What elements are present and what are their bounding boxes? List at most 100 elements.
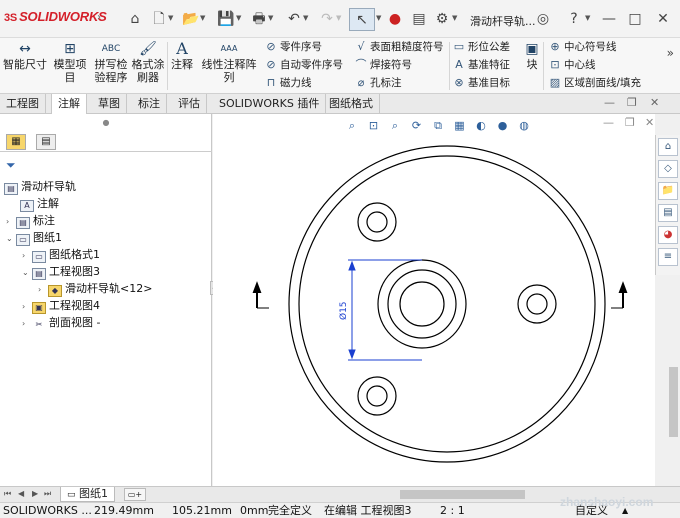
help-dropdown-icon[interactable]: ▼ <box>585 14 590 22</box>
add-sheet-icon[interactable]: ▭+ <box>124 488 146 501</box>
last-sheet-icon[interactable]: ⏭ <box>44 489 51 499</box>
weld-symbol-button[interactable]: ⌒ 焊接符号 <box>354 56 413 74</box>
new-document-icon[interactable]: 🗋 <box>148 8 170 30</box>
view-palette-icon[interactable]: ▤ <box>658 204 678 222</box>
minimize-icon[interactable]: — <box>598 8 620 30</box>
custom-properties-icon[interactable]: ≡ <box>658 248 678 266</box>
property-manager-tab-icon[interactable]: ▤ <box>36 134 56 150</box>
center-mark-button[interactable]: ⊕ 中心符号线 <box>548 38 616 56</box>
doc-minimize-icon[interactable]: — <box>604 96 615 109</box>
print-dropdown-icon[interactable]: ▼ <box>268 14 273 22</box>
tree-item-section-view[interactable]: › ✂ 剖面视图 - <box>22 314 100 331</box>
auto-balloon-button[interactable]: ⊘ 自动零件序号 <box>264 56 343 74</box>
model-items-button[interactable]: ⊞ 模型项 目 <box>50 38 90 84</box>
collapse-arrow-icon[interactable]: ⌄ <box>22 264 32 281</box>
help-icon[interactable]: ? <box>563 8 585 30</box>
select-dropdown-icon[interactable]: ▼ <box>376 14 381 22</box>
file-properties-icon[interactable]: ▤ <box>408 8 430 30</box>
collapse-arrow-icon[interactable]: ⌄ <box>6 230 16 247</box>
drawing-canvas[interactable]: ⌕ ⊡ ⌕ ⟳ ⧉ ▦ ◐ ● ◍ — ❐ ✕ Ø15 <box>213 114 655 486</box>
centerline-button[interactable]: ⊡ 中心线 <box>548 56 595 74</box>
section-marker-left[interactable] <box>252 281 269 309</box>
datum-feature-button[interactable]: A 基准特征 <box>452 56 510 74</box>
home-icon[interactable]: ⌂ <box>124 8 146 30</box>
expand-arrow-icon[interactable]: › <box>22 298 32 315</box>
open-folder-icon[interactable]: 📂 <box>180 8 202 30</box>
close-icon[interactable]: ✕ <box>652 8 674 30</box>
undo-icon[interactable]: ↶ <box>283 8 305 30</box>
area-hatch-button[interactable]: ▨ 区域剖面线/填充 <box>548 74 641 92</box>
tree-item-part-reference[interactable]: › ◆ 滑动杆导轨<12> <box>38 280 152 297</box>
file-explorer-icon[interactable]: 📁 <box>658 182 678 200</box>
block-button[interactable]: ▣ 块 <box>522 38 542 71</box>
feature-manager-pane: ● ▦ ▤ ⏷ ▤ 滑动杆导轨 A 注解 › ▤ 标注 ⌄ ▭ 图纸1 › ▭ 图纸格式1 ⌄ ▤… <box>0 114 212 486</box>
menu-expand-arrow-icon[interactable]: › <box>97 12 101 23</box>
pane-grip[interactable]: ● <box>0 114 212 132</box>
tree-item-sheet1[interactable]: ⌄ ▭ 图纸1 <box>6 229 62 246</box>
select-button[interactable]: ↖ <box>349 8 375 31</box>
tab-solidworks-addins[interactable]: SOLIDWORKS 插件 <box>213 94 327 114</box>
tab-annotation[interactable]: 注解 <box>51 94 87 114</box>
expand-arrow-icon[interactable]: › <box>38 281 48 298</box>
tree-root-part[interactable]: ▤ 滑动杆导轨 <box>4 178 76 195</box>
more-commands-icon[interactable]: » <box>667 46 674 60</box>
expand-arrow-icon[interactable]: › <box>22 315 32 332</box>
format-painter-button[interactable]: 🖌 格式涂 刷器 <box>130 38 166 84</box>
user-account-icon[interactable]: ◎ <box>532 8 554 30</box>
options-gear-icon[interactable]: ⚙ <box>431 8 453 30</box>
doc-close-icon[interactable]: ✕ <box>650 96 659 109</box>
tab-evaluate-dims[interactable]: 标注 <box>132 94 167 114</box>
note-button[interactable]: A 注释 <box>168 38 196 72</box>
tree-item-drawing-view4[interactable]: › ▣ 工程视图4 <box>22 297 100 314</box>
maximize-icon[interactable]: □ <box>624 8 646 30</box>
doc-restore-icon[interactable]: ❐ <box>627 96 637 109</box>
save-icon[interactable]: 💾 <box>215 8 237 30</box>
design-library-icon[interactable]: ◇ <box>658 160 678 178</box>
sheet-tab-1[interactable]: ▭ 图纸1 <box>60 487 116 502</box>
new-dropdown-icon[interactable]: ▼ <box>168 14 173 22</box>
tree-item-sheet-format1[interactable]: › ▭ 图纸格式1 <box>22 246 100 263</box>
tree-item-drawing-view3[interactable]: ⌄ ▤ 工程视图3 <box>22 263 100 280</box>
undo-dropdown-icon[interactable]: ▼ <box>303 14 308 22</box>
next-sheet-icon[interactable]: ▶ <box>32 489 38 498</box>
open-dropdown-icon[interactable]: ▼ <box>200 14 205 22</box>
save-dropdown-icon[interactable]: ▼ <box>236 14 241 22</box>
datum-target-button[interactable]: ⊗ 基准目标 <box>452 74 510 92</box>
hole-callout-button[interactable]: ⌀ 孔标注 <box>354 74 402 92</box>
surface-finish-button[interactable]: √ 表面粗糙度符号 <box>354 38 443 56</box>
solidworks-logo[interactable]: 3S SOLIDWORKS <box>4 9 107 24</box>
geometric-tolerance-button[interactable]: ▭ 形位公差 <box>452 38 510 56</box>
vertical-scroll-thumb[interactable] <box>669 367 678 437</box>
tree-item-dimensions[interactable]: › ▤ 标注 <box>6 212 55 229</box>
horizontal-scroll-thumb[interactable] <box>400 490 525 499</box>
first-sheet-icon[interactable]: ⏮ <box>4 489 11 499</box>
section-marker-right[interactable] <box>611 281 628 309</box>
tab-sketch[interactable]: 草图 <box>92 94 127 114</box>
smart-dimension-button[interactable]: ↔ 智能尺寸 <box>2 38 48 71</box>
print-icon[interactable]: 🖶 <box>248 8 270 30</box>
tree-item-annotations[interactable]: A 注解 <box>20 195 59 212</box>
expand-arrow-icon[interactable]: › <box>6 213 16 230</box>
tab-drawing[interactable]: 工程图 <box>0 94 46 114</box>
redo-dropdown-icon[interactable]: ▼ <box>336 14 341 22</box>
title-bar: 3S SOLIDWORKS › ⌂ 🗋 ▼ 📂 ▼ 💾 ▼ 🖶 ▼ ↶ ▼ ↷ ▼… <box>0 0 680 38</box>
tab-sheet-format[interactable]: 图纸格式 <box>323 94 380 114</box>
prev-sheet-icon[interactable]: ◀ <box>18 489 24 498</box>
status-scale[interactable]: 2 : 1 <box>440 503 465 518</box>
linear-note-pattern-button[interactable]: AAA 线性注释阵列 <box>197 38 261 84</box>
rebuild-traffic-light-icon[interactable]: ● <box>384 8 406 30</box>
smart-dimension-label: 智能尺寸 <box>3 58 47 71</box>
dimension-text[interactable]: Ø15 <box>338 301 349 320</box>
solidworks-resources-icon[interactable]: ⌂ <box>658 138 678 156</box>
balloon-button[interactable]: ⊘ 零件序号 <box>264 38 322 56</box>
magnetic-line-button[interactable]: ⊓ 磁力线 <box>264 74 312 92</box>
appearances-icon[interactable]: ◕ <box>658 226 678 244</box>
options-dropdown-icon[interactable]: ▼ <box>452 14 457 22</box>
spell-checker-button[interactable]: ABC 拼写检 验程序 <box>92 38 130 84</box>
filter-icon[interactable]: ⏷ <box>6 158 16 173</box>
expand-arrow-icon[interactable]: › <box>22 247 32 264</box>
redo-icon[interactable]: ↷ <box>316 8 338 30</box>
tab-evaluate[interactable]: 评估 <box>172 94 207 114</box>
feature-manager-tab-icon[interactable]: ▦ <box>6 134 26 150</box>
diameter-dimension[interactable] <box>348 259 422 361</box>
